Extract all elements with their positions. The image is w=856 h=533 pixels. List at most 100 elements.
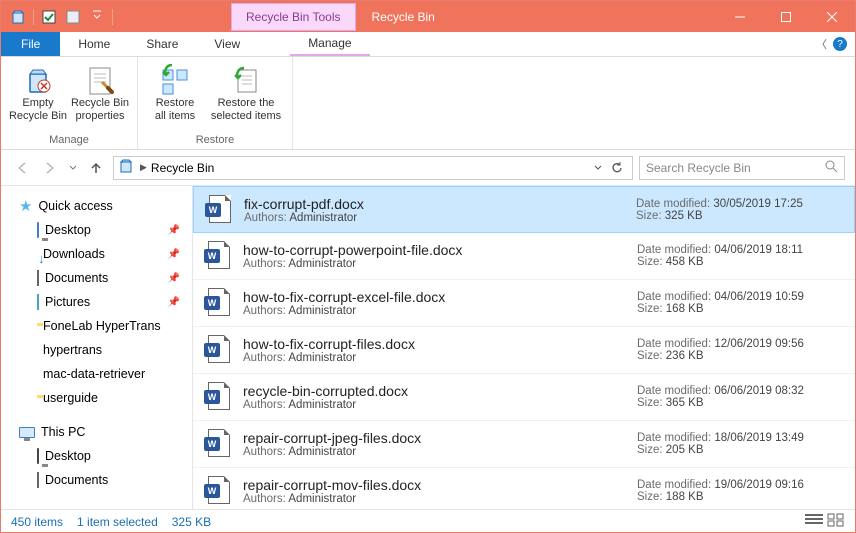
nav-quick-access[interactable]: ★Quick access bbox=[1, 194, 192, 218]
ribbon-tabs: File Home Share View Manage 〈 ? bbox=[1, 32, 855, 57]
nav-item[interactable]: FoneLab HyperTrans bbox=[1, 314, 192, 338]
ribbon: EmptyRecycle BinRecycle Binproperties Man… bbox=[1, 57, 855, 150]
document-icon bbox=[37, 473, 39, 487]
file-size: Size: 188 KB bbox=[637, 491, 843, 503]
word-doc-icon: W bbox=[201, 240, 233, 272]
quick-access-toolbar bbox=[1, 6, 115, 28]
status-selection: 1 item selected bbox=[77, 515, 158, 529]
tab-view[interactable]: View bbox=[196, 32, 258, 56]
qat-check-icon[interactable] bbox=[38, 6, 60, 28]
tab-share[interactable]: Share bbox=[128, 32, 196, 56]
ribbon-group-label: Manage bbox=[49, 132, 89, 149]
nav-item-label: Desktop bbox=[45, 223, 91, 237]
refresh-button[interactable] bbox=[606, 157, 628, 179]
file-size: Size: 168 KB bbox=[637, 303, 843, 315]
word-doc-icon: W bbox=[201, 475, 233, 507]
desktop-icon bbox=[37, 223, 39, 237]
file-name: recycle-bin-corrupted.docx bbox=[243, 383, 637, 399]
nav-item-label: Pictures bbox=[45, 295, 90, 309]
file-date: Date modified: 04/06/2019 18:11 bbox=[637, 244, 843, 256]
word-doc-icon: W bbox=[202, 194, 234, 226]
ribbon-group-manage: EmptyRecycle BinRecycle Binproperties Man… bbox=[1, 57, 138, 149]
contextual-tab-label[interactable]: Recycle Bin Tools bbox=[231, 3, 356, 31]
file-row[interactable]: W repair-corrupt-mov-files.docx Authors:… bbox=[193, 468, 855, 509]
word-doc-icon: W bbox=[201, 428, 233, 460]
tab-manage[interactable]: Manage bbox=[290, 32, 369, 56]
maximize-button[interactable] bbox=[763, 1, 809, 32]
nav-item[interactable]: mac-data-retriever bbox=[1, 362, 192, 386]
navigation-bar: ▶ Recycle Bin Search Recycle Bin bbox=[1, 150, 855, 186]
nav-item-label: Desktop bbox=[45, 449, 91, 463]
nav-item[interactable]: Desktop 📌 bbox=[1, 218, 192, 242]
nav-item[interactable]: Documents📌 bbox=[1, 266, 192, 290]
ribbon-collapse-icon[interactable]: 〈 bbox=[816, 36, 827, 52]
file-name: fix-corrupt-pdf.docx bbox=[244, 196, 636, 212]
content-body: ★Quick accessDesktop📌Downloads📌Documents… bbox=[1, 186, 855, 509]
file-authors: Authors: Administrator bbox=[244, 212, 636, 224]
star-icon: ★ bbox=[19, 197, 32, 215]
file-size: Size: 205 KB bbox=[637, 444, 843, 456]
back-button[interactable] bbox=[11, 157, 33, 179]
minimize-button[interactable] bbox=[717, 1, 763, 32]
ribbon-btn-label: Recycle Binproperties bbox=[71, 97, 129, 123]
tab-file[interactable]: File bbox=[1, 32, 60, 56]
nav-item-label: FoneLab HyperTrans bbox=[43, 319, 161, 333]
chevron-right-icon[interactable]: ▶ bbox=[140, 162, 147, 173]
nav-item[interactable]: userguide bbox=[1, 386, 192, 410]
nav-label: This PC bbox=[41, 425, 85, 439]
nav-item[interactable]: Pictures📌 bbox=[1, 290, 192, 314]
help-icon[interactable]: ? bbox=[833, 37, 847, 51]
window-title: Recycle Bin bbox=[372, 10, 435, 24]
file-date: Date modified: 18/06/2019 13:49 bbox=[637, 432, 843, 444]
nav-item[interactable]: Documents bbox=[1, 468, 192, 492]
status-bar: 450 items 1 item selected 325 KB bbox=[1, 509, 855, 533]
recycle-bin-icon bbox=[118, 158, 134, 177]
qat-blank-icon[interactable] bbox=[62, 6, 84, 28]
forward-button[interactable] bbox=[39, 157, 61, 179]
document-icon bbox=[37, 271, 39, 285]
file-row[interactable]: W how-to-corrupt-powerpoint-file.docx Au… bbox=[193, 233, 855, 280]
restore_all-icon bbox=[159, 63, 191, 97]
restore_sel-icon bbox=[230, 63, 262, 97]
ribbon-btn-restore_all[interactable]: Restoreall items bbox=[144, 61, 206, 132]
view-large-icon[interactable] bbox=[827, 513, 845, 530]
nav-item[interactable]: Desktop bbox=[1, 444, 192, 468]
file-name: how-to-fix-corrupt-excel-file.docx bbox=[243, 289, 637, 305]
ribbon-btn-label: EmptyRecycle Bin bbox=[9, 97, 67, 123]
word-doc-icon: W bbox=[201, 287, 233, 319]
ribbon-btn-empty[interactable]: EmptyRecycle Bin bbox=[7, 61, 69, 132]
address-bar[interactable]: ▶ Recycle Bin bbox=[113, 156, 633, 180]
pin-icon: 📌 bbox=[168, 225, 180, 236]
qat-recycle-bin-icon[interactable] bbox=[7, 6, 29, 28]
file-authors: Authors: Administrator bbox=[243, 446, 637, 458]
pc-icon bbox=[19, 427, 35, 438]
address-dropdown-icon[interactable] bbox=[590, 157, 606, 179]
file-row[interactable]: W how-to-fix-corrupt-excel-file.docx Aut… bbox=[193, 280, 855, 327]
up-button[interactable] bbox=[85, 157, 107, 179]
nav-this-pc[interactable]: This PC bbox=[1, 420, 192, 444]
ribbon-btn-restore_sel[interactable]: Restore theselected items bbox=[206, 61, 286, 132]
file-date: Date modified: 30/05/2019 17:25 bbox=[636, 198, 842, 210]
nav-item[interactable]: hypertrans bbox=[1, 338, 192, 362]
tab-home[interactable]: Home bbox=[60, 32, 128, 56]
nav-item-label: Documents bbox=[45, 473, 108, 487]
nav-item[interactable]: Downloads📌 bbox=[1, 242, 192, 266]
word-doc-icon: W bbox=[201, 381, 233, 413]
pictures-icon bbox=[37, 295, 39, 309]
qat-dropdown-icon[interactable] bbox=[86, 6, 108, 28]
file-row[interactable]: W recycle-bin-corrupted.docx Authors: Ad… bbox=[193, 374, 855, 421]
pin-icon: 📌 bbox=[168, 273, 180, 284]
close-button[interactable] bbox=[809, 1, 855, 32]
file-date: Date modified: 04/06/2019 10:59 bbox=[637, 291, 843, 303]
file-row[interactable]: W how-to-fix-corrupt-files.docx Authors:… bbox=[193, 327, 855, 374]
ribbon-group-restore: Restoreall itemsRestore theselected item… bbox=[138, 57, 293, 149]
file-date: Date modified: 19/06/2019 09:16 bbox=[637, 479, 843, 491]
search-icon[interactable] bbox=[824, 159, 838, 176]
search-box[interactable]: Search Recycle Bin bbox=[639, 156, 845, 180]
breadcrumb[interactable]: Recycle Bin bbox=[151, 161, 214, 175]
file-row[interactable]: W fix-corrupt-pdf.docx Authors: Administ… bbox=[193, 186, 855, 233]
recent-dropdown[interactable] bbox=[67, 157, 79, 179]
ribbon-btn-props[interactable]: Recycle Binproperties bbox=[69, 61, 131, 132]
view-details-icon[interactable] bbox=[805, 513, 823, 530]
file-row[interactable]: W repair-corrupt-jpeg-files.docx Authors… bbox=[193, 421, 855, 468]
